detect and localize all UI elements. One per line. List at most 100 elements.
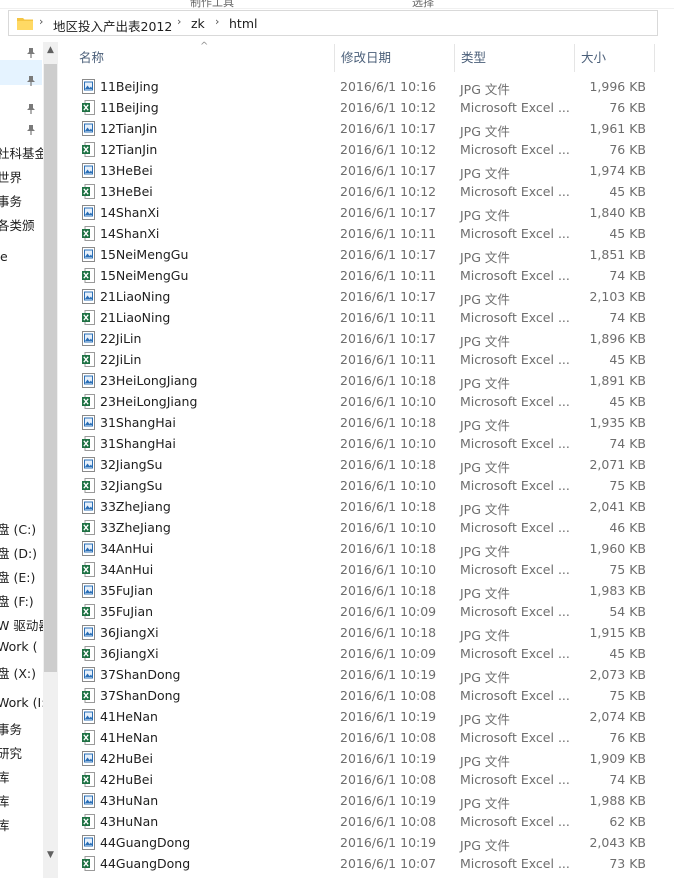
nav-item[interactable]: 事务 xyxy=(0,719,22,738)
file-name: 11BeiJing xyxy=(100,79,159,94)
pin-icon[interactable] xyxy=(25,47,37,59)
file-row[interactable]: 44GuangDong 2016/6/1 10:07 Microsoft Excel… xyxy=(58,853,674,874)
folder-icon xyxy=(17,18,33,30)
file-type: JPG 文件 xyxy=(460,250,510,265)
nav-item[interactable]: 库 xyxy=(0,767,10,786)
file-type: JPG 文件 xyxy=(460,754,510,769)
file-row[interactable]: 36JiangXi 2016/6/1 10:09 Microsoft Excel .… xyxy=(58,643,674,664)
scroll-down-icon[interactable]: ▼ xyxy=(43,850,58,860)
column-date[interactable]: 修改日期 xyxy=(334,42,454,74)
breadcrumb-item[interactable]: html xyxy=(229,16,257,31)
file-row[interactable]: 22JiLin 2016/6/1 10:11 Microsoft Excel ...… xyxy=(58,349,674,370)
file-row[interactable]: 34AnHui 2016/6/1 10:10 Microsoft Excel ...… xyxy=(58,559,674,580)
file-type: Microsoft Excel ... xyxy=(460,100,570,115)
file-name: 33ZheJiang xyxy=(100,520,171,535)
file-row[interactable]: 33ZheJiang 2016/6/1 10:18 JPG 文件 2,041 KB xyxy=(58,496,674,517)
nav-item[interactable]: 社科基金 xyxy=(0,143,44,162)
nav-item[interactable]: Work (I:) xyxy=(0,695,44,710)
file-date: 2016/6/1 10:10 xyxy=(340,562,437,577)
file-row[interactable]: 34AnHui 2016/6/1 10:18 JPG 文件 1,960 KB xyxy=(58,538,674,559)
excel-file-icon xyxy=(82,688,95,703)
file-size: 54 KB xyxy=(609,604,646,619)
file-row[interactable]: 32JiangSu 2016/6/1 10:10 Microsoft Excel .… xyxy=(58,475,674,496)
file-row[interactable]: 23HeiLongJiang 2016/6/1 10:18 JPG 文件 1,891 … xyxy=(58,370,674,391)
file-name: 43HuNan xyxy=(100,793,159,808)
nav-item[interactable]: Work ( xyxy=(0,639,38,654)
pin-icon[interactable] xyxy=(25,124,37,136)
chevron-right-icon[interactable]: › xyxy=(215,15,219,28)
file-row[interactable]: 35FuJian 2016/6/1 10:09 Microsoft Excel ..… xyxy=(58,601,674,622)
excel-file-icon xyxy=(82,352,95,367)
file-row[interactable]: 13HeBei 2016/6/1 10:17 JPG 文件 1,974 KB xyxy=(58,160,674,181)
nav-item[interactable]: 事务 xyxy=(0,191,22,210)
column-type[interactable]: 类型 xyxy=(454,42,574,74)
file-row[interactable]: 41HeNan 2016/6/1 10:08 Microsoft Excel ...… xyxy=(58,727,674,748)
excel-file-icon xyxy=(82,856,95,871)
chevron-right-icon[interactable]: › xyxy=(39,15,43,28)
file-row[interactable]: 21LiaoNing 2016/6/1 10:17 JPG 文件 2,103 KB xyxy=(58,286,674,307)
nav-item[interactable]: W 驱动器 xyxy=(0,615,44,634)
file-date: 2016/6/1 10:08 xyxy=(340,730,437,745)
file-row[interactable]: 37ShanDong 2016/6/1 10:19 JPG 文件 2,073 KB xyxy=(58,664,674,685)
file-row[interactable]: 15NeiMengGu 2016/6/1 10:11 Microsoft Excel… xyxy=(58,265,674,286)
file-row[interactable]: 43HuNan 2016/6/1 10:19 JPG 文件 1,988 KB xyxy=(58,790,674,811)
file-row[interactable]: 42HuBei 2016/6/1 10:19 JPG 文件 1,909 KB xyxy=(58,748,674,769)
file-row[interactable]: 35FuJian 2016/6/1 10:18 JPG 文件 1,983 KB xyxy=(58,580,674,601)
scroll-up-icon[interactable]: ▲ xyxy=(43,45,58,55)
nav-item[interactable]: 盘 (E:) xyxy=(0,567,35,586)
file-row[interactable]: 32JiangSu 2016/6/1 10:18 JPG 文件 2,071 KB xyxy=(58,454,674,475)
nav-item[interactable]: e xyxy=(0,249,8,264)
file-row[interactable]: 42HuBei 2016/6/1 10:08 Microsoft Excel ...… xyxy=(58,769,674,790)
file-row[interactable]: 23HeiLongJiang 2016/6/1 10:10 Microsoft Ex… xyxy=(58,391,674,412)
nav-item[interactable]: 盘 (D:) xyxy=(0,543,37,562)
file-row[interactable]: 44GuangDong 2016/6/1 10:19 JPG 文件 2,043 KB xyxy=(58,832,674,853)
file-date: 2016/6/1 10:09 xyxy=(340,646,437,661)
file-row[interactable]: 12TianJin 2016/6/1 10:12 Microsoft Excel .… xyxy=(58,139,674,160)
file-row[interactable]: 13HeBei 2016/6/1 10:12 Microsoft Excel ...… xyxy=(58,181,674,202)
file-type: JPG 文件 xyxy=(460,670,510,685)
file-row[interactable]: 36JiangXi 2016/6/1 10:18 JPG 文件 1,915 KB xyxy=(58,622,674,643)
file-date: 2016/6/1 10:11 xyxy=(340,352,437,367)
file-size: 1,983 KB xyxy=(589,583,646,598)
file-row[interactable]: 31ShangHai 2016/6/1 10:10 Microsoft Excel … xyxy=(58,433,674,454)
nav-item[interactable]: 盘 (F:) xyxy=(0,591,34,610)
jpg-file-icon xyxy=(82,709,95,724)
file-row[interactable]: 11BeiJing 2016/6/1 10:12 Microsoft Excel .… xyxy=(58,97,674,118)
file-name: 34AnHui xyxy=(100,541,154,556)
file-type: JPG 文件 xyxy=(460,124,510,139)
pin-icon[interactable] xyxy=(25,75,37,87)
chevron-right-icon[interactable]: › xyxy=(177,15,181,28)
file-row[interactable]: 41HeNan 2016/6/1 10:19 JPG 文件 2,074 KB xyxy=(58,706,674,727)
file-row[interactable]: 15NeiMengGu 2016/6/1 10:17 JPG 文件 1,851 KB xyxy=(58,244,674,265)
file-size: 1,840 KB xyxy=(589,205,646,220)
file-row[interactable]: 14ShanXi 2016/6/1 10:11 Microsoft Excel ..… xyxy=(58,223,674,244)
file-row[interactable]: 37ShanDong 2016/6/1 10:08 Microsoft Excel … xyxy=(58,685,674,706)
file-row[interactable]: 21LiaoNing 2016/6/1 10:11 Microsoft Excel … xyxy=(58,307,674,328)
file-name: 42HuBei xyxy=(100,772,153,787)
file-row[interactable]: 43HuNan 2016/6/1 10:08 Microsoft Excel ...… xyxy=(58,811,674,832)
file-name: 12TianJin xyxy=(100,121,158,136)
nav-item[interactable]: 库 xyxy=(0,791,10,810)
nav-item[interactable]: 各类颁 xyxy=(0,215,35,234)
column-divider[interactable] xyxy=(654,44,655,72)
address-bar[interactable]: › 地区投入产出表2012 › zk › html xyxy=(8,10,658,36)
nav-item[interactable]: 世界 xyxy=(0,167,22,186)
file-row[interactable]: 12TianJin 2016/6/1 10:17 JPG 文件 1,961 KB xyxy=(58,118,674,139)
file-row[interactable]: 22JiLin 2016/6/1 10:17 JPG 文件 1,896 KB xyxy=(58,328,674,349)
file-row[interactable]: 33ZheJiang 2016/6/1 10:10 Microsoft Excel … xyxy=(58,517,674,538)
nav-item[interactable]: 研究 xyxy=(0,743,22,762)
breadcrumb-item[interactable]: zk xyxy=(191,16,205,31)
nav-item[interactable]: 盘 (C:) xyxy=(0,519,36,538)
scrollbar-thumb[interactable] xyxy=(44,64,57,672)
column-size[interactable]: 大小 xyxy=(574,42,654,74)
pin-icon[interactable] xyxy=(25,103,37,115)
nav-item[interactable]: 库 xyxy=(0,815,10,834)
file-type: JPG 文件 xyxy=(460,796,510,811)
breadcrumb-item[interactable]: 地区投入产出表2012 xyxy=(53,16,172,35)
nav-scrollbar[interactable]: ▲ ▼ xyxy=(43,42,58,878)
file-row[interactable]: 11BeiJing 2016/6/1 10:16 JPG 文件 1,996 KB xyxy=(58,76,674,97)
file-row[interactable]: 31ShangHai 2016/6/1 10:18 JPG 文件 1,935 KB xyxy=(58,412,674,433)
nav-item[interactable]: 盘 (X:) xyxy=(0,663,36,682)
column-name[interactable]: 名称 xyxy=(72,42,334,74)
file-row[interactable]: 14ShanXi 2016/6/1 10:17 JPG 文件 1,840 KB xyxy=(58,202,674,223)
